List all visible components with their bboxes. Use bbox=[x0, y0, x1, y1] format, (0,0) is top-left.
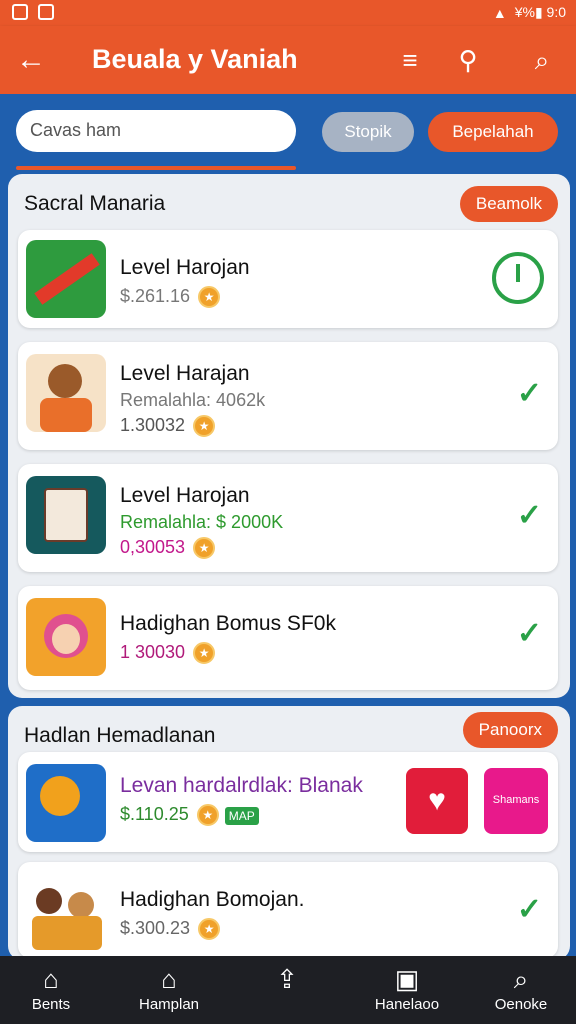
search-input[interactable]: Cavas ham bbox=[16, 110, 296, 152]
nav-label: Hamplan bbox=[138, 996, 200, 1013]
item-value: $.300.23 bbox=[120, 918, 191, 938]
nav-item-bents[interactable]: ⌂ Bents bbox=[0, 962, 106, 1013]
list-item[interactable]: Level Harojan Remalahla: $ 2000K 0,30053… bbox=[18, 464, 558, 572]
home-icon: ⌂ bbox=[43, 964, 59, 994]
search-icon[interactable]: ⌕ bbox=[526, 44, 558, 76]
bottom-navigation: ⌂ Bents ⌂ Hamplan ⇪ ▣ Hanelaoo ⌕ Oenoke bbox=[0, 956, 576, 1024]
map-badge: MAP bbox=[224, 807, 259, 825]
bepelahah-button[interactable]: Bepelahah bbox=[428, 112, 558, 152]
item-value: 0,30053 bbox=[120, 537, 186, 557]
list-item[interactable]: Levan hardalrdlak: Blanak $.110.25 ★ MAP ♥… bbox=[18, 752, 558, 852]
section-panel-2: Hadlan Hemadlanan Panoorx Levan hardalrd… bbox=[8, 706, 570, 960]
check-icon: ✓ bbox=[516, 617, 542, 650]
notebook-thumbnail bbox=[26, 476, 106, 554]
app-bar: ← Beuala y Vaniah ≡ ⚲ ⌕ bbox=[0, 26, 576, 94]
section-panel-1: Sacral Manaria Beamolk Level Harojan $.2… bbox=[8, 174, 570, 698]
signal-icon: ▲ bbox=[492, 4, 507, 21]
people-thumbnail bbox=[26, 874, 106, 952]
section-title: Hadlan Hemadlanan bbox=[24, 724, 216, 747]
nav-label: Oenoke bbox=[494, 996, 548, 1013]
game-thumbnail bbox=[26, 764, 106, 842]
bonus-thumbnail bbox=[26, 598, 106, 676]
message-icon bbox=[38, 4, 54, 20]
item-remaining: Remalahla: $ 2000K bbox=[120, 512, 284, 532]
timer-icon bbox=[492, 252, 544, 304]
section-action-button[interactable]: Panoorx bbox=[462, 712, 558, 748]
heart-app-icon[interactable]: ♥ bbox=[406, 768, 468, 834]
key-icon[interactable]: ⚲ bbox=[452, 44, 484, 76]
item-name: Level Harajan bbox=[120, 362, 250, 385]
status-text: ¥%▮ 9:0 bbox=[514, 4, 566, 20]
nav-item-hanelaoo[interactable]: ▣ Hanelaoo bbox=[352, 962, 462, 1013]
nav-item-hamplan[interactable]: ⌂ Hamplan bbox=[114, 962, 224, 1013]
status-bar: ▲ ¥%▮ 9:0 bbox=[0, 0, 576, 26]
item-remaining: Remalahla: 4062k bbox=[120, 390, 266, 410]
check-icon: ✓ bbox=[516, 893, 542, 926]
nav-label: Hanelaoo bbox=[374, 996, 440, 1013]
game-thumbnail bbox=[26, 240, 106, 318]
list-item[interactable]: Hadighan Bomojan. $.300.23 ★ ✓ bbox=[18, 862, 558, 958]
back-arrow-icon[interactable]: ← bbox=[16, 42, 56, 78]
house-outline-icon: ⌂ bbox=[161, 964, 177, 994]
nav-item-share[interactable]: ⇪ bbox=[232, 962, 342, 996]
nav-label: Bents bbox=[31, 996, 71, 1013]
nav-item-oenoke[interactable]: ⌕ Oenoke bbox=[466, 962, 576, 1013]
shamans-app-tile[interactable]: Shamans bbox=[484, 768, 548, 834]
search-icon: ⌕ bbox=[513, 964, 529, 994]
item-value: $.110.25 bbox=[120, 804, 189, 824]
search-row: Cavas ham Stopik Bepelahah bbox=[0, 94, 576, 170]
page-title: Beuala y Vaniah bbox=[92, 44, 298, 74]
item-value: $.261.16 bbox=[120, 286, 191, 306]
stopik-button[interactable]: Stopik bbox=[322, 112, 414, 152]
menu-icon[interactable]: ≡ bbox=[394, 44, 426, 76]
item-name: Hadighan Bomojan. bbox=[120, 888, 305, 911]
coin-icon: ★ bbox=[193, 415, 216, 438]
item-name: Level Harojan bbox=[120, 256, 250, 279]
list-item[interactable]: Level Harajan Remalahla: 4062k 1.30032 ★ … bbox=[18, 342, 558, 450]
coin-icon: ★ bbox=[193, 537, 216, 560]
share-icon: ⇪ bbox=[276, 964, 298, 994]
list-item[interactable]: Hadighan Bomus SF0k 1 30030 ★ ✓ bbox=[18, 586, 558, 690]
list-item[interactable]: Level Harojan $.261.16 ★ bbox=[18, 230, 558, 328]
item-value: 1.30032 bbox=[120, 415, 186, 435]
notification-icon bbox=[12, 4, 28, 20]
item-name: Hadighan Bomus SF0k bbox=[120, 612, 336, 635]
item-name: Level Harojan bbox=[120, 484, 250, 507]
coin-icon: ★ bbox=[198, 918, 221, 941]
section-title: Sacral Manaria bbox=[24, 192, 166, 215]
avatar-thumbnail bbox=[26, 354, 106, 432]
item-value: 1 30030 bbox=[120, 642, 186, 662]
coin-icon: ★ bbox=[193, 642, 216, 665]
check-icon: ✓ bbox=[516, 377, 542, 410]
section-action-button[interactable]: Beamolk bbox=[459, 186, 558, 222]
item-name: Levan hardalrdlak: Blanak bbox=[120, 774, 363, 797]
check-icon: ✓ bbox=[516, 499, 542, 532]
coin-icon: ★ bbox=[196, 804, 219, 827]
search-underline bbox=[16, 166, 296, 170]
tile-icon: ▣ bbox=[394, 964, 420, 994]
coin-icon: ★ bbox=[198, 286, 221, 309]
